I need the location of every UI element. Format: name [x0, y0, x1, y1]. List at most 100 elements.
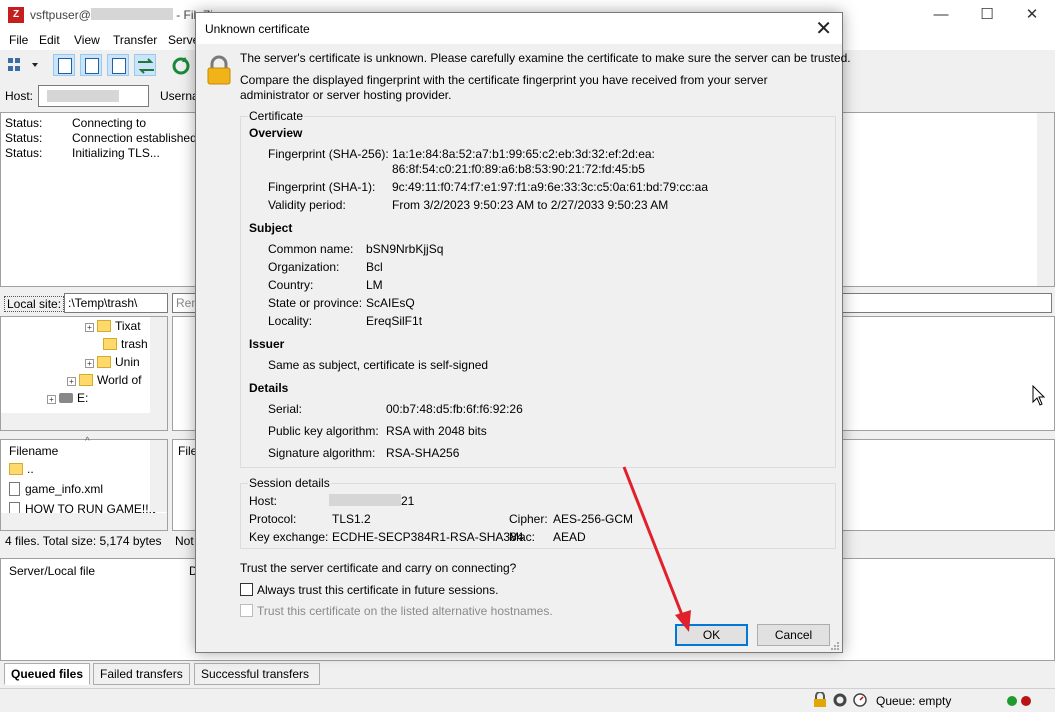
close-window-button[interactable]: ✕	[1009, 0, 1055, 30]
log-message: Connecting to	[72, 116, 147, 130]
sha256-label: Fingerprint (SHA-256):	[268, 147, 389, 161]
ok-button[interactable]: OK	[675, 624, 748, 646]
speed-limit-icon[interactable]	[852, 692, 868, 708]
always-trust-checkbox[interactable]	[240, 583, 253, 596]
expand-icon[interactable]: +	[47, 395, 56, 404]
host-label: Host:	[5, 89, 34, 103]
local-tree-vscroll[interactable]	[150, 317, 167, 413]
toggle-remote-tree-icon[interactable]	[107, 54, 129, 76]
menu-edit[interactable]: Edit	[39, 33, 60, 47]
protocol-label: Protocol:	[249, 512, 297, 526]
tab-failed-transfers[interactable]: Failed transfers	[93, 663, 190, 685]
drive-icon	[59, 393, 73, 403]
organization-label: Organization:	[268, 260, 340, 274]
signature-label: Signature algorithm:	[268, 446, 376, 460]
title-user: vsftpuser@	[30, 8, 91, 22]
file-name: ..	[27, 462, 34, 476]
trust-alt-hostnames-checkbox	[240, 604, 253, 617]
cipher-value: AES-256-GCM	[553, 512, 634, 526]
local-file-row[interactable]: game_info.xml	[9, 482, 103, 496]
minimize-button[interactable]: —	[918, 0, 964, 30]
sha1-label: Fingerprint (SHA-1):	[268, 180, 376, 194]
subject-heading: Subject	[249, 221, 293, 235]
local-tree-item[interactable]: trash	[103, 337, 148, 351]
queue-col-server[interactable]: Server/Local file	[9, 564, 95, 578]
signature-value: RSA-SHA256	[386, 446, 460, 460]
expand-icon[interactable]: +	[85, 359, 94, 368]
validity-value: From 3/2/2023 9:50:23 AM to 2/27/2033 9:…	[392, 198, 669, 212]
log-status-key: Status:	[5, 146, 43, 160]
sha256-value-2: 86:8f:54:c0:21:f0:89:a6:b8:53:90:21:72:f…	[392, 162, 645, 176]
host-input[interactable]	[38, 85, 149, 107]
local-tree-hscroll[interactable]	[1, 413, 167, 430]
local-file-row[interactable]: ..	[9, 462, 34, 476]
state-value: ScAIEsQ	[366, 296, 415, 310]
local-tree-item[interactable]: + Tixat	[85, 319, 141, 333]
menu-transfer[interactable]: Transfer	[113, 33, 157, 47]
tab-successful-transfers[interactable]: Successful transfers	[194, 663, 320, 685]
local-tree-item[interactable]: + Unin	[85, 355, 140, 369]
country-value: LM	[366, 278, 383, 292]
sha256-value-1: 1a:1e:84:8a:52:a7:b1:99:65:c2:eb:3d:32:e…	[392, 147, 655, 161]
expand-icon[interactable]: +	[67, 377, 76, 386]
file-name: game_info.xml	[25, 482, 104, 496]
resize-grip-icon[interactable]	[830, 641, 840, 651]
menu-file[interactable]: File	[9, 33, 28, 47]
trust-question: Trust the server certificate and carry o…	[240, 561, 517, 575]
status-bar: Queue: empty	[0, 688, 1055, 712]
locality-value: EreqSilF1t	[366, 314, 423, 328]
log-scrollbar[interactable]	[1037, 113, 1054, 286]
folder-icon	[97, 320, 111, 332]
locality-label: Locality:	[268, 314, 313, 328]
site-manager-icon[interactable]	[5, 54, 41, 76]
log-row: Status: Initializing TLS...	[5, 146, 160, 160]
red-led-icon	[1021, 696, 1031, 706]
pubkey-value: RSA with 2048 bits	[386, 424, 487, 438]
log-status-key: Status:	[5, 116, 43, 130]
menu-view[interactable]: View	[74, 33, 100, 47]
toggle-log-icon[interactable]	[53, 54, 75, 76]
dialog-title-bar: Unknown certificate ✕	[196, 13, 842, 44]
gear-icon[interactable]	[832, 692, 848, 708]
dialog-close-icon[interactable]: ✕	[815, 16, 832, 41]
queue-status: Queue: empty	[876, 694, 952, 708]
window-title: vsftpuser@ - FileZi	[30, 8, 213, 22]
organization-value: Bcl	[366, 260, 383, 274]
green-led-icon	[1007, 696, 1017, 706]
kex-value: ECDHE-SECP384R1-RSA-SHA384	[332, 530, 524, 544]
local-tree: + Tixat trash + Unin + World of + E:	[0, 316, 168, 431]
compare-text-1: Compare the displayed fingerprint with t…	[240, 73, 768, 87]
always-trust-label[interactable]: Always trust this certificate in future …	[257, 583, 498, 597]
serial-value: 00:b7:48:d5:fb:6f:f6:92:26	[386, 402, 523, 416]
cancel-button[interactable]: Cancel	[757, 624, 830, 646]
country-label: Country:	[268, 278, 314, 292]
local-tree-item[interactable]: + E:	[47, 391, 88, 405]
session-group-title: Session details	[248, 476, 331, 490]
validity-label: Validity period:	[268, 198, 346, 212]
local-site-path[interactable]: :\Temp\trash\	[64, 293, 168, 313]
refresh-icon[interactable]	[169, 54, 191, 76]
local-files-hscroll[interactable]	[1, 513, 167, 530]
details-heading: Details	[249, 381, 289, 395]
local-tree-item[interactable]: + World of	[67, 373, 141, 387]
dialog-title: Unknown certificate	[205, 22, 310, 36]
folder-icon	[79, 374, 93, 386]
redacted-session-host	[329, 494, 401, 506]
tree-item-label: Tixat	[115, 319, 141, 333]
remote-summary: Not	[175, 534, 194, 548]
lock-status-icon	[814, 692, 826, 707]
pubkey-label: Public key algorithm:	[268, 424, 379, 438]
maximize-button[interactable]: ☐	[964, 0, 1010, 30]
redacted-host	[90, 8, 173, 20]
toggle-local-tree-icon[interactable]	[80, 54, 102, 76]
filename-header[interactable]: Filename	[9, 444, 58, 458]
transfer-queue-icon[interactable]	[134, 54, 156, 76]
protocol-value: TLS1.2	[332, 512, 371, 526]
unknown-certificate-dialog: Unknown certificate ✕ The server's certi…	[195, 12, 851, 653]
sort-ascending-icon: ^	[85, 436, 90, 447]
compare-text-2: administrator or server hosting provider…	[240, 88, 452, 102]
local-files-vscroll[interactable]	[150, 440, 167, 512]
expand-icon[interactable]: +	[85, 323, 94, 332]
certificate-group-title: Certificate	[248, 109, 305, 123]
tab-queued-files[interactable]: Queued files	[4, 663, 91, 685]
